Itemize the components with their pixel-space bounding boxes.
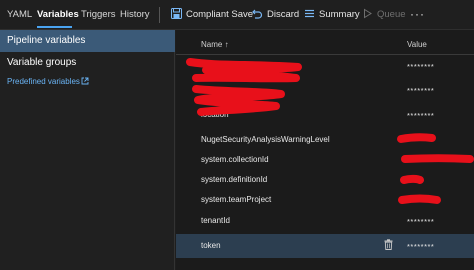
value-column-header: Value <box>407 40 427 49</box>
tab-variables[interactable]: Variables <box>37 9 79 20</box>
variable-value: ******** <box>407 242 435 251</box>
redaction-row-1 <box>186 58 302 83</box>
play-icon <box>364 8 372 19</box>
variable-value: ******** <box>407 217 435 226</box>
sidebar-item-label: Pipeline variables <box>7 35 86 46</box>
active-tab-indicator <box>37 26 72 28</box>
external-link-icon <box>81 77 89 85</box>
tab-yaml[interactable]: YAML <box>7 9 32 20</box>
variable-name: token <box>201 241 221 250</box>
predefined-variables-link[interactable]: Predefined variables <box>7 77 89 86</box>
list-icon <box>305 9 314 18</box>
sidebar: Pipeline variables Variable groups Prede… <box>0 30 175 270</box>
redaction-marks <box>186 58 474 204</box>
redaction-value-collectionid <box>401 154 474 163</box>
table-row-selected[interactable]: token ******** <box>176 234 474 258</box>
trash-icon[interactable] <box>384 239 393 250</box>
redaction-value-teamproject <box>398 194 441 204</box>
redaction-row-2 <box>192 85 285 116</box>
sidebar-item-pipeline-variables[interactable]: Pipeline variables <box>0 30 175 52</box>
tab-triggers[interactable]: Triggers <box>81 9 116 20</box>
variable-name: tenantId <box>201 216 230 225</box>
table-row[interactable]: tenantId ******** <box>176 211 474 231</box>
save-icon <box>171 8 182 19</box>
toolbar: YAML Variables Triggers History Complian… <box>0 0 474 30</box>
sort-ascending-icon: ↑ <box>224 40 229 49</box>
variables-table: Name ↑ Value ******** ******** location … <box>176 30 474 270</box>
redaction-value-nuget <box>397 133 436 143</box>
redaction-value-definitionid <box>400 174 424 184</box>
name-column-header[interactable]: Name ↑ <box>201 40 229 49</box>
undo-icon <box>252 9 263 19</box>
more-actions-icon[interactable]: ··· <box>410 7 425 21</box>
sidebar-item-variable-groups[interactable]: Variable groups <box>7 57 76 68</box>
tab-history[interactable]: History <box>120 9 150 20</box>
toolbar-divider <box>159 7 160 23</box>
